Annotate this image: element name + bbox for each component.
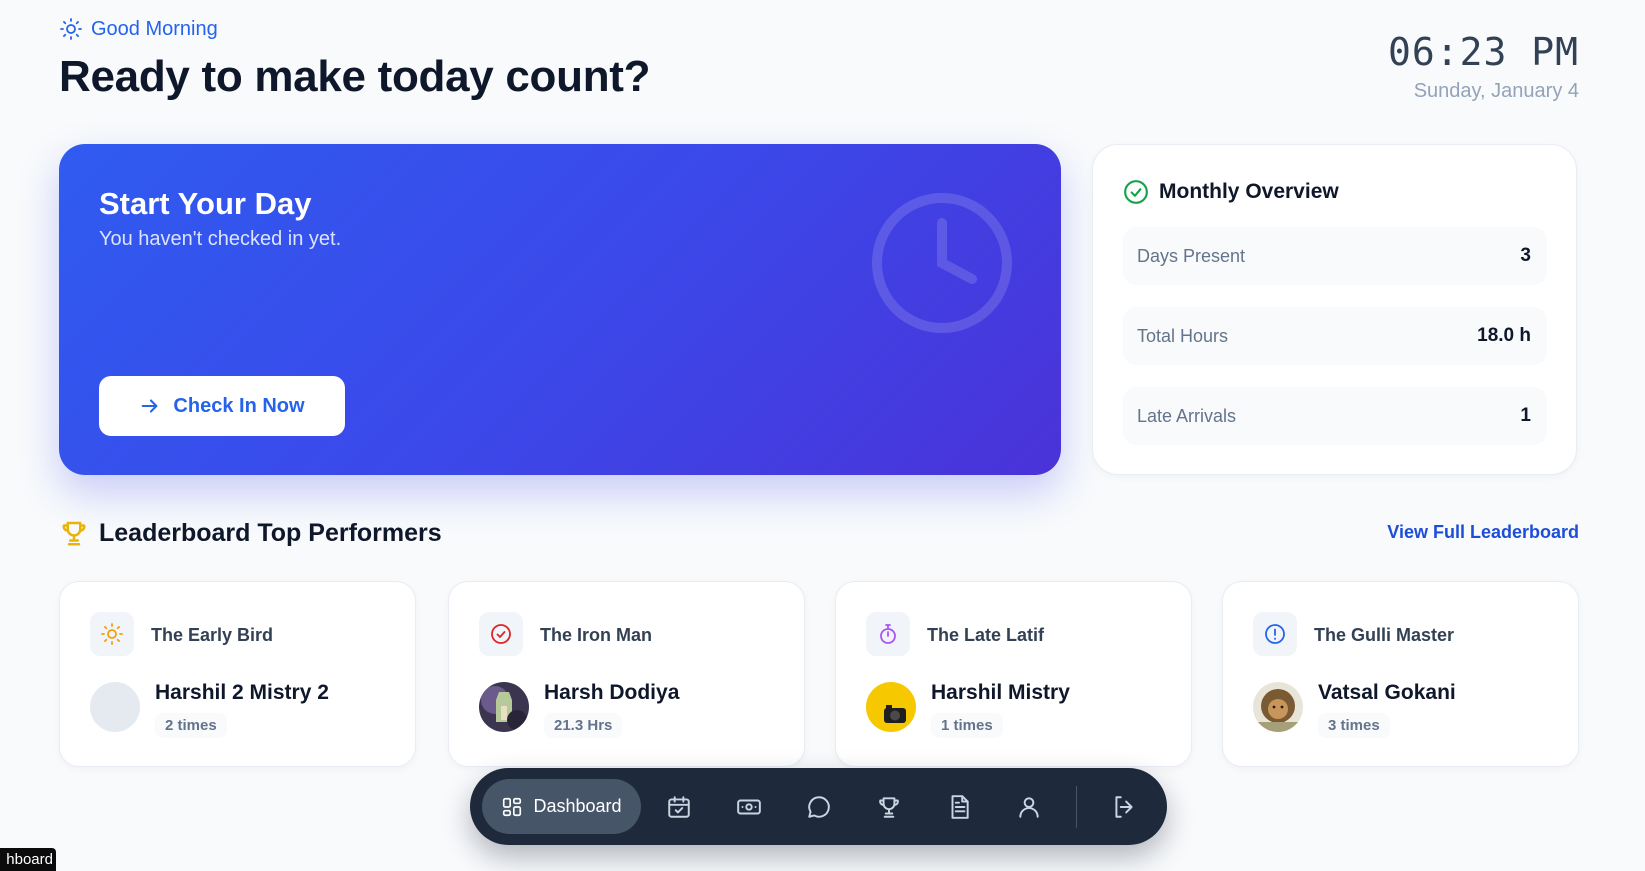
performer-name: Harsh Dodiya <box>544 681 680 704</box>
overview-title: Monthly Overview <box>1159 180 1339 203</box>
performer-stat: 3 times <box>1318 713 1390 738</box>
monthly-overview-card: Monthly Overview Days Present 3 Total Ho… <box>1092 144 1577 475</box>
nav-logout[interactable] <box>1110 793 1138 821</box>
leaderboard-card-gulli-master: The Gulli Master Vatsal Gokani 3 times <box>1222 581 1579 767</box>
bottom-nav-dock: Dashboard <box>470 768 1167 845</box>
alert-circle-icon <box>1265 624 1285 644</box>
overview-row-label: Total Hours <box>1137 325 1229 346</box>
award-badge <box>479 612 523 656</box>
check-circle-icon <box>491 624 511 644</box>
greeting-text: Good Morning <box>91 17 218 40</box>
nav-dashboard[interactable]: Dashboard <box>482 779 641 834</box>
overview-row-value: 18.0 h <box>1477 325 1531 346</box>
document-icon <box>951 795 969 819</box>
avatar-photo-icon <box>1253 682 1303 732</box>
award-title: The Early Bird <box>151 625 274 645</box>
avatar <box>1253 682 1303 732</box>
avatar <box>866 682 916 732</box>
overview-row-total-hours: Total Hours 18.0 h <box>1123 307 1547 365</box>
check-in-button-label: Check In Now <box>173 394 305 417</box>
avatar <box>479 682 529 732</box>
award-title: The Gulli Master <box>1314 625 1455 645</box>
leaderboard-card-iron-man: The Iron Man Harsh Dodiya 21.3 Hrs <box>448 581 805 767</box>
overview-row-label: Late Arrivals <box>1137 405 1237 426</box>
overview-header: Monthly Overview <box>1123 179 1339 205</box>
performer-name: Vatsal Gokani <box>1318 681 1456 704</box>
overview-row-label: Days Present <box>1137 245 1246 266</box>
clock-date: Sunday, January 4 <box>1413 80 1579 102</box>
leaderboard-card-late-latif: The Late Latif Harshil Mistry 1 times <box>835 581 1192 767</box>
avatar-photo-icon <box>866 682 916 732</box>
performer-stat: 2 times <box>155 713 227 738</box>
overview-row-value: 3 <box>1520 245 1531 266</box>
check-in-card: Start Your Day You haven't checked in ye… <box>59 144 1061 475</box>
overview-row-value: 1 <box>1520 405 1531 426</box>
award-badge <box>90 612 134 656</box>
performer-stat: 1 times <box>931 713 1003 738</box>
tooltip: hboard <box>0 848 56 871</box>
performer-stat: 21.3 Hrs <box>544 713 623 738</box>
calendar-check-icon <box>668 796 690 818</box>
award-title: The Iron Man <box>540 625 652 645</box>
leaderboard-title: Leaderboard Top Performers <box>99 518 442 547</box>
check-in-subtitle: You haven't checked in yet. <box>99 228 342 250</box>
chat-icon <box>808 796 830 818</box>
nav-attendance[interactable] <box>665 793 693 821</box>
overview-row-late-arrivals: Late Arrivals 1 <box>1123 387 1547 445</box>
nav-documents[interactable] <box>945 793 973 821</box>
greeting: Good Morning <box>59 17 218 41</box>
overview-row-days-present: Days Present 3 <box>1123 227 1547 285</box>
view-full-leaderboard-link[interactable]: View Full Leaderboard <box>1387 522 1579 543</box>
avatar-photo-icon <box>479 682 529 732</box>
nav-dashboard-label: Dashboard <box>533 796 622 816</box>
clock-icon <box>872 193 1012 333</box>
clock: 06:23 PM Sunday, January 4 <box>1388 30 1579 103</box>
grid-icon <box>503 797 522 816</box>
sun-icon <box>101 623 123 645</box>
trophy-icon <box>879 797 899 818</box>
award-badge <box>1253 612 1297 656</box>
performer-name: Harshil 2 Mistry 2 <box>155 681 329 704</box>
money-icon <box>737 799 761 815</box>
award-title: The Late Latif <box>927 625 1045 645</box>
nav-chat[interactable] <box>805 793 833 821</box>
nav-profile[interactable] <box>1015 793 1043 821</box>
check-in-title: Start Your Day <box>99 186 312 221</box>
leaderboard-header: Leaderboard Top Performers <box>59 518 442 548</box>
nav-leaderboard[interactable] <box>875 793 903 821</box>
check-circle-icon <box>1124 180 1148 204</box>
sun-icon <box>60 18 82 40</box>
check-in-button[interactable]: Check In Now <box>99 376 345 436</box>
trophy-icon <box>62 521 86 546</box>
stopwatch-icon <box>880 624 896 644</box>
leaderboard-card-early-bird: The Early Bird Harshil 2 Mistry 2 2 time… <box>59 581 416 767</box>
performer-name: Harshil Mistry <box>931 681 1070 704</box>
arrow-right-icon <box>142 399 158 413</box>
page-title: Ready to make today count? <box>59 52 651 101</box>
logout-icon <box>1115 796 1133 818</box>
nav-payroll[interactable] <box>735 793 763 821</box>
user-icon <box>1019 797 1039 818</box>
award-badge <box>866 612 910 656</box>
dock-divider <box>1076 786 1077 828</box>
clock-time: 06:23 PM <box>1387 30 1579 74</box>
avatar <box>90 682 140 732</box>
